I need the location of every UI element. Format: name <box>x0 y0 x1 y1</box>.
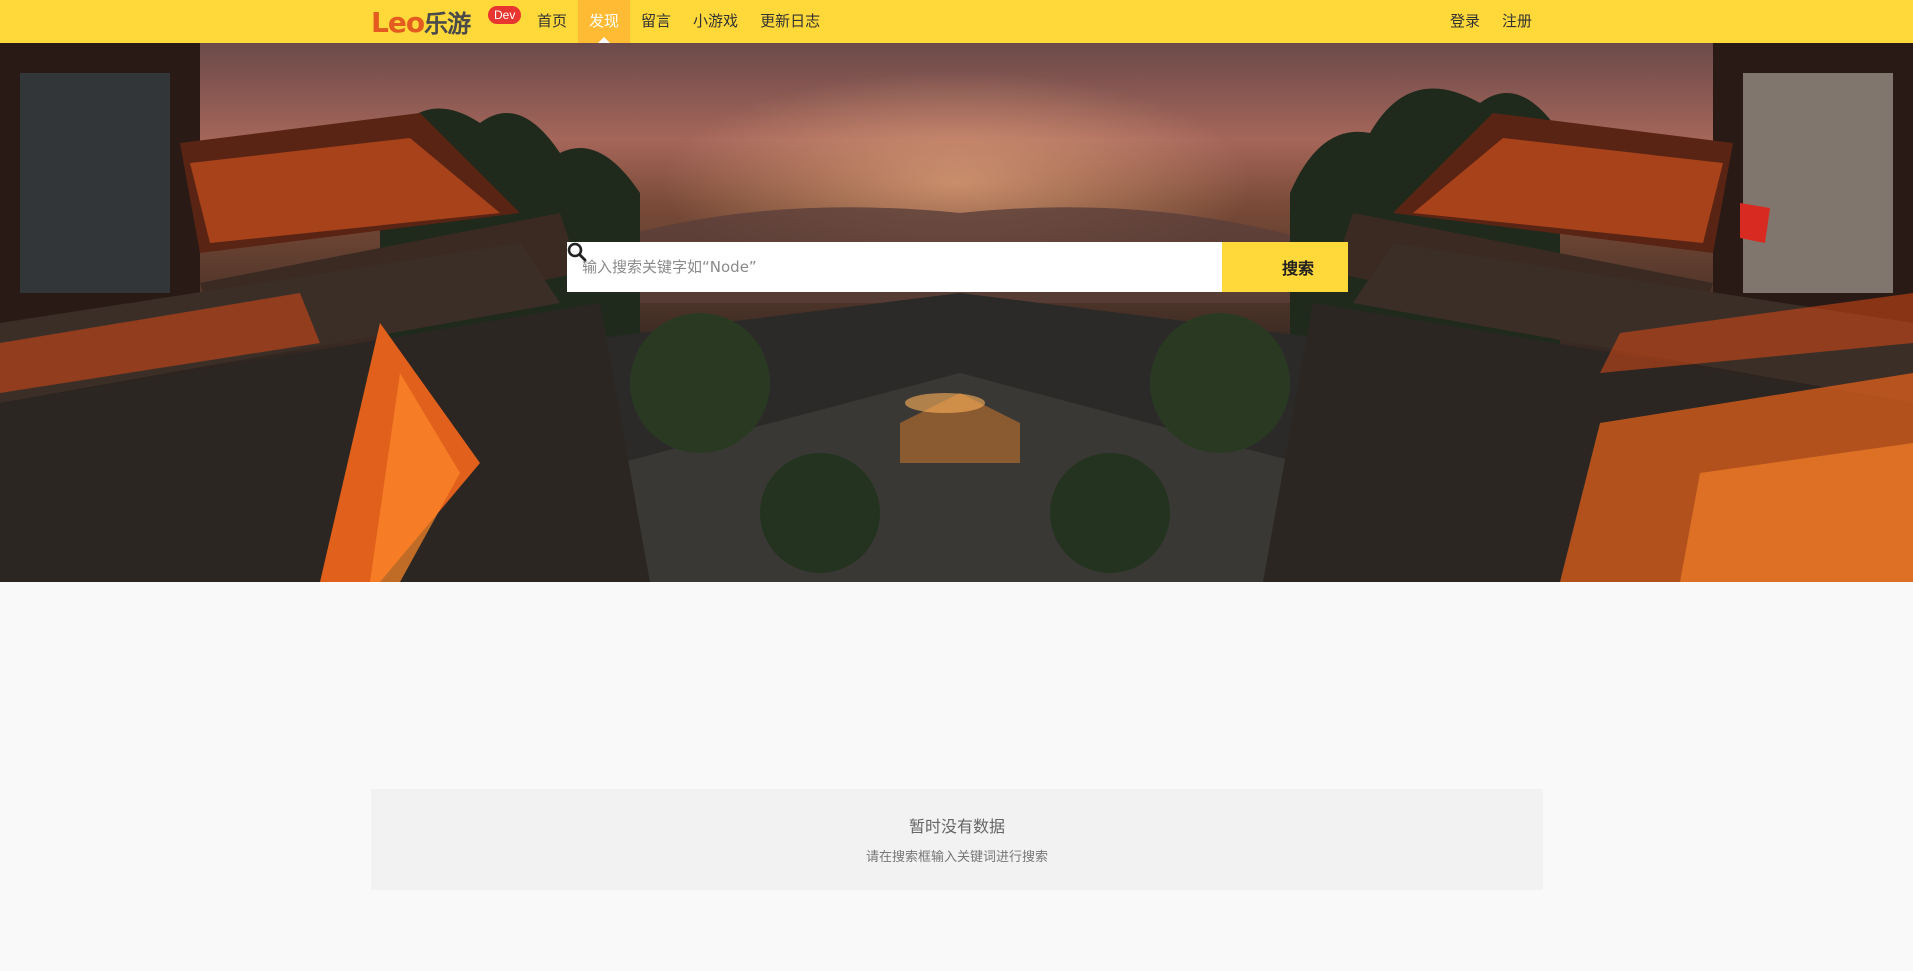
empty-state-panel: 暂时没有数据 请在搜索框输入关键词进行搜索 <box>371 789 1543 890</box>
site-logo[interactable]: Leo乐游 Dev <box>371 4 522 41</box>
empty-state-title: 暂时没有数据 <box>908 817 1005 836</box>
empty-state-subtitle: 请在搜索框输入关键词进行搜索 <box>865 850 1048 865</box>
logo-chinese: 乐游 <box>424 10 471 38</box>
nav-item-label: 首页 <box>537 12 568 30</box>
nav-item-changelog[interactable]: 更新日志 <box>749 0 831 43</box>
main-nav: 首页 发现 留言 小游戏 更新日志 <box>526 0 831 43</box>
search-button-label: 搜索 <box>1281 259 1314 278</box>
search-icon <box>567 242 1276 277</box>
register-link[interactable]: 注册 <box>1491 0 1543 43</box>
logo-wordmark: Leo乐游 <box>371 6 471 41</box>
search-button[interactable]: 搜索 <box>567 242 1348 292</box>
hero-background-image <box>0 43 1913 582</box>
logo-latin: Leo <box>371 6 425 39</box>
dev-badge: Dev <box>488 6 522 24</box>
nav-item-label: 留言 <box>641 12 672 30</box>
nav-item-label: 发现 <box>589 12 620 30</box>
navbar-container: Leo乐游 Dev 首页 发现 留言 小游戏 更新日志 登录 注册 <box>371 0 1543 43</box>
nav-item-messages[interactable]: 留言 <box>630 0 682 43</box>
hero-banner: 搜索 <box>0 43 1913 582</box>
nav-item-discover[interactable]: 发现 <box>578 0 631 43</box>
nav-item-mini-games[interactable]: 小游戏 <box>682 0 749 43</box>
auth-links: 登录 注册 <box>1439 0 1543 43</box>
top-navbar: Leo乐游 Dev 首页 发现 留言 小游戏 更新日志 登录 注册 <box>0 0 1913 43</box>
login-link[interactable]: 登录 <box>1439 0 1491 43</box>
nav-item-label: 小游戏 <box>693 12 739 30</box>
nav-item-label: 更新日志 <box>760 12 821 30</box>
nav-item-home[interactable]: 首页 <box>526 0 578 43</box>
search-box: 搜索 <box>567 242 1348 292</box>
search-input[interactable] <box>567 242 1222 292</box>
